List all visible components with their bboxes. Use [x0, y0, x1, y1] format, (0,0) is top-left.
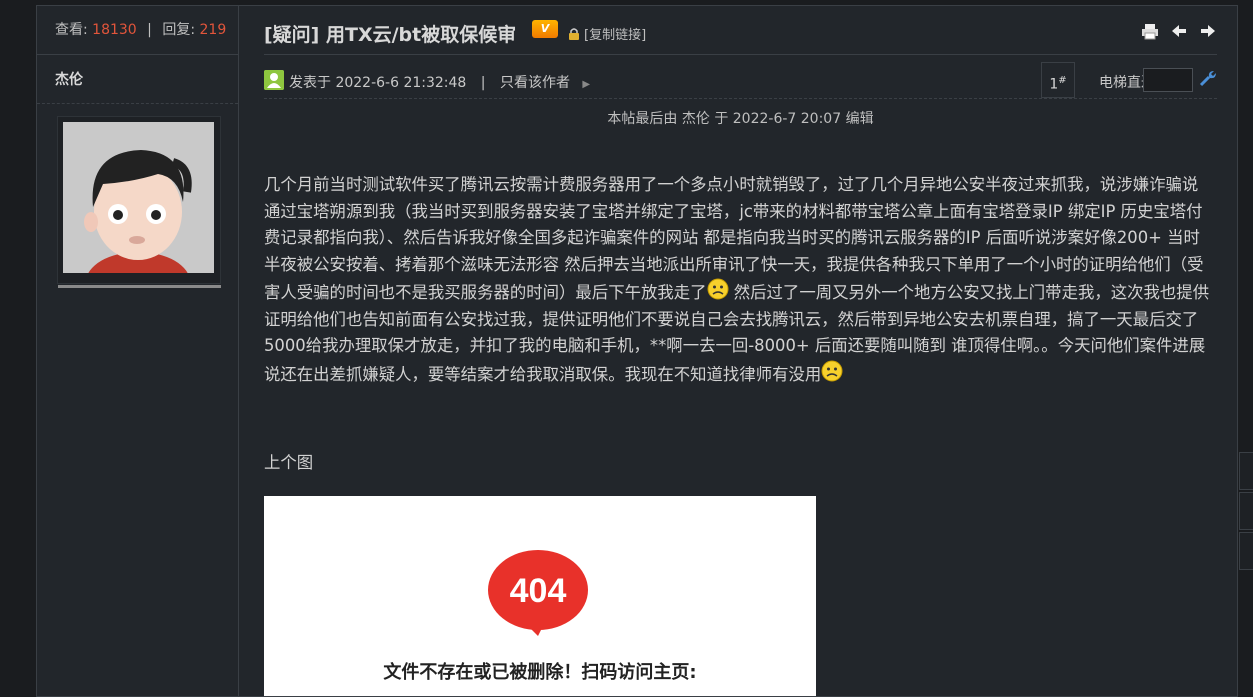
- post-column: [疑问] 用TX云/bt被取保候审 V [复制链接] 发表于 2022-6-6 …: [239, 6, 1237, 696]
- author-name[interactable]: 杰伦: [37, 55, 238, 104]
- posted-time: 发表于 2022-6-6 21:32:48: [289, 75, 467, 91]
- copy-link-button[interactable]: [复制链接]: [584, 24, 646, 43]
- avatar-underline: [58, 285, 221, 288]
- post-meta: 发表于 2022-6-6 21:32:48 | 只看该作者 ▶ 1# 电梯直达: [264, 62, 1217, 98]
- edit-note: 本帖最后由 杰伦 于 2022-6-7 20:07 编辑: [264, 98, 1217, 137]
- attached-image[interactable]: 404 文件不存在或已被删除！扫码访问主页:: [264, 496, 816, 696]
- author-column: 查看: 18130 | 回复: 219 杰伦: [37, 6, 239, 696]
- views-count: 18130: [92, 22, 137, 38]
- replies-count: 219: [199, 22, 227, 38]
- image-caption: 上个图: [264, 453, 314, 472]
- side-tab[interactable]: [1239, 492, 1253, 530]
- vip-badge-icon: V: [532, 20, 558, 38]
- online-user-icon: [264, 70, 284, 90]
- triangle-right-icon: ▶: [582, 79, 591, 90]
- avatar-image: [63, 122, 214, 273]
- floor-value: 1: [1049, 76, 1059, 93]
- views-label: 查看:: [55, 22, 88, 38]
- thread-title: [疑问] 用TX云/bt被取保候审: [264, 24, 517, 46]
- prev-thread-icon[interactable]: [1170, 22, 1188, 40]
- error-404-icon: 404: [488, 550, 588, 636]
- floor-number[interactable]: 1#: [1041, 62, 1075, 98]
- only-author-link[interactable]: 只看该作者: [500, 75, 570, 91]
- top-toolbar: [1135, 22, 1217, 44]
- error-404-label: 404: [510, 572, 567, 610]
- side-tab[interactable]: [1239, 452, 1253, 490]
- print-icon[interactable]: [1141, 22, 1159, 40]
- elevator-input[interactable]: [1143, 68, 1193, 92]
- floor-sup: #: [1058, 75, 1067, 86]
- sad-face-icon: [821, 360, 843, 381]
- title-row: [疑问] 用TX云/bt被取保候审 V [复制链接]: [264, 6, 1217, 55]
- post-meta-text: 发表于 2022-6-6 21:32:48 | 只看该作者 ▶: [289, 72, 590, 92]
- post-paragraph: 几个月前当时测试软件买了腾讯云按需计费服务器用了一个多点小时就销毁了，过了几个月…: [264, 172, 1214, 388]
- thread-stats: 查看: 18130 | 回复: 219: [37, 6, 238, 55]
- lock-icon: [569, 28, 579, 40]
- sad-face-icon: [707, 278, 729, 300]
- go-floor-icon[interactable]: [1197, 68, 1217, 88]
- next-thread-icon[interactable]: [1199, 22, 1217, 40]
- side-tab[interactable]: [1239, 532, 1253, 570]
- stats-separator: |: [147, 22, 152, 38]
- meta-separator: |: [480, 75, 486, 91]
- avatar[interactable]: [57, 116, 221, 288]
- replies-label: 回复:: [162, 22, 196, 38]
- image-message: 文件不存在或已被删除！扫码访问主页:: [383, 662, 697, 683]
- side-tabs: [1239, 452, 1253, 572]
- post-frame: 查看: 18130 | 回复: 219 杰伦 [疑问] 用TX云/bt被取保候审…: [36, 5, 1238, 697]
- post-content: 几个月前当时测试软件买了腾讯云按需计费服务器用了一个多点小时就销毁了，过了几个月…: [264, 172, 1214, 388]
